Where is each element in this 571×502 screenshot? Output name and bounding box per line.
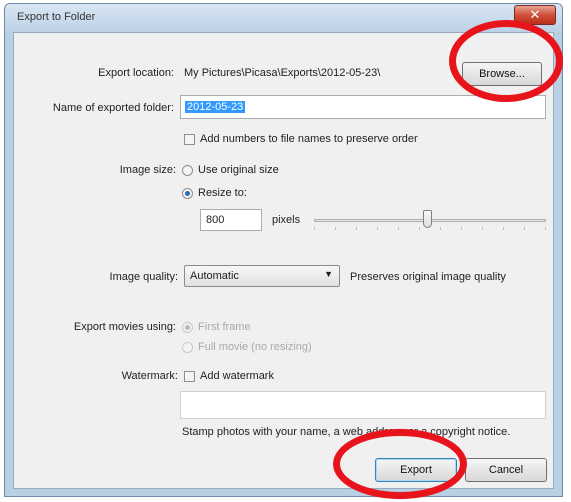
pixels-value: 800 [206, 214, 225, 226]
folder-name-value: 2012-05-23 [185, 101, 246, 113]
resize-slider[interactable] [314, 209, 546, 233]
add-numbers-checkbox[interactable] [184, 134, 195, 145]
full-movie-label: Full movie (no resizing) [198, 341, 312, 353]
slider-thumb[interactable] [423, 210, 432, 228]
use-original-size-label: Use original size [198, 164, 279, 176]
slider-ticks [314, 227, 546, 230]
title-bar[interactable]: Export to Folder ✕ [5, 4, 562, 32]
window-title: Export to Folder [17, 11, 96, 23]
resize-to-label: Resize to: [198, 187, 247, 199]
folder-name-label: Name of exported folder: [52, 102, 174, 114]
image-quality-dropdown[interactable]: Automatic ▼ [184, 265, 340, 287]
watermark-text-field[interactable] [180, 391, 546, 419]
pixels-unit-label: pixels [272, 214, 301, 226]
image-quality-selected: Automatic [190, 270, 239, 282]
add-watermark-checkbox[interactable] [184, 371, 195, 382]
resize-to-radio[interactable] [182, 188, 193, 199]
image-quality-description: Preserves original image quality [350, 271, 506, 283]
add-numbers-label: Add numbers to file names to preserve or… [200, 133, 418, 145]
image-quality-label: Image quality: [109, 271, 178, 283]
first-frame-radio[interactable] [182, 322, 193, 333]
chevron-down-icon: ▼ [324, 269, 333, 279]
watermark-label: Watermark: [121, 370, 178, 382]
pixels-input[interactable]: 800 [200, 209, 262, 231]
export-dialog: Export to Folder ✕ Export location: My P… [4, 3, 563, 497]
cancel-button[interactable]: Cancel [465, 458, 547, 482]
export-button[interactable]: Export [375, 458, 457, 482]
browse-button[interactable]: Browse... [462, 62, 542, 86]
full-movie-radio[interactable] [182, 342, 193, 353]
close-button[interactable]: ✕ [514, 5, 556, 25]
image-size-label: Image size: [119, 164, 176, 176]
watermark-hint: Stamp photos with your name, a web addre… [182, 426, 511, 438]
add-watermark-label: Add watermark [200, 370, 274, 382]
folder-name-field[interactable]: 2012-05-23 [180, 95, 546, 119]
close-icon: ✕ [529, 7, 541, 22]
dialog-body: Export location: My Pictures\Picasa\Expo… [13, 32, 554, 489]
export-location-label: Export location: [98, 67, 174, 79]
first-frame-label: First frame [198, 321, 251, 333]
export-movies-label: Export movies using: [73, 321, 176, 333]
export-location-path: My Pictures\Picasa\Exports\2012-05-23\ [184, 67, 381, 79]
use-original-size-radio[interactable] [182, 165, 193, 176]
